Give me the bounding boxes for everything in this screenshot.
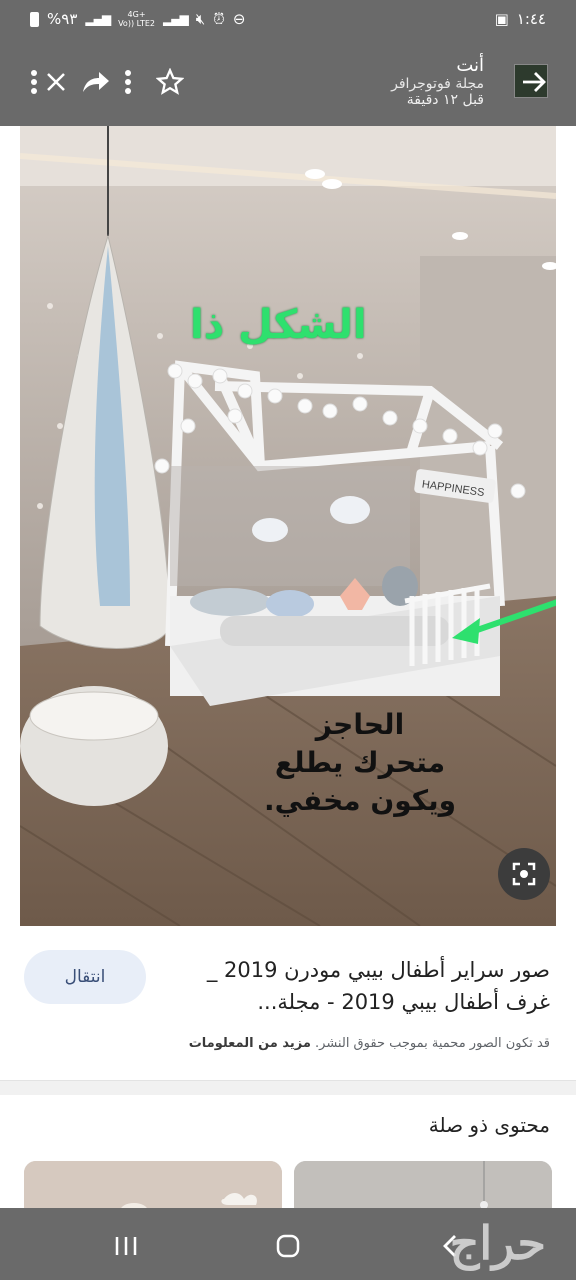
annotation-black: الحاجز متحرك يطلع ويكون مخفي. <box>263 708 456 817</box>
battery-level: %٩٣ <box>47 10 78 28</box>
source-title: أنت <box>456 55 484 76</box>
visit-button[interactable]: انتقال <box>24 950 146 1004</box>
source-time: قبل ١٢ دقيقة <box>406 92 484 108</box>
image-info: انتقال صور سراير أطفال بيبي مودرن 2019 _… <box>0 926 576 1081</box>
alarm-icon: ⏰︎ <box>213 10 225 28</box>
home-icon[interactable] <box>268 1226 308 1266</box>
viewer-toolbar: أنت مجلة فوتوجرافر قبل ١٢ دقيقة <box>0 40 576 126</box>
more-options-icon[interactable] <box>108 62 148 102</box>
screen: { "status_bar": { "battery": "%٩٣", "net… <box>0 0 576 1280</box>
annotation-green: الشكل ذا <box>190 302 367 348</box>
haraj-watermark: حراج <box>449 1216 546 1270</box>
main-image[interactable]: HAPPINESS الشكل ذا الحاجز متحرك يطلع ويك… <box>20 126 556 926</box>
star-icon[interactable] <box>150 62 190 102</box>
status-right: ▣ ١:٤٤ <box>495 10 546 28</box>
lens-button[interactable] <box>498 848 550 900</box>
section-divider <box>0 1081 576 1095</box>
lens-icon <box>512 862 536 886</box>
network-type: 4G+ Vo)) LTE2 <box>118 10 155 28</box>
source-info[interactable]: أنت مجلة فوتوجرافر قبل ١٢ دقيقة <box>391 55 484 109</box>
system-nav-bar: حراج <box>0 1208 576 1280</box>
back-arrow-icon[interactable] <box>514 62 554 102</box>
signal-icon: ▂▄▆ <box>85 12 111 26</box>
recents-icon[interactable] <box>106 1226 146 1266</box>
signal2-icon: ▂▄▆ <box>163 12 189 26</box>
status-bar: %٩٣ ▂▄▆ 4G+ Vo)) LTE2 ▂▄▆ 🔇︎ ⏰︎ ⊖ ▣ ١:٤٤ <box>0 0 576 40</box>
clock: ١:٤٤ <box>516 10 546 28</box>
source-name: مجلة فوتوجرافر <box>391 76 484 92</box>
close-icon[interactable] <box>36 62 76 102</box>
status-left: %٩٣ ▂▄▆ 4G+ Vo)) LTE2 ▂▄▆ 🔇︎ ⏰︎ ⊖ <box>30 10 245 28</box>
page-title[interactable]: صور سراير أطفال بيبي مودرن 2019 _ غرف أط… <box>190 954 550 1018</box>
gallery-icon: ▣ <box>494 10 509 28</box>
related-section: محتوى ذو صلة <box>0 1095 576 1231</box>
battery-icon <box>30 11 39 27</box>
dnd-icon: ⊖ <box>232 10 246 28</box>
related-title: محتوى ذو صلة <box>428 1113 550 1137</box>
copyright-notice: قد تكون الصور محمية بموجب حقوق النشر. مز… <box>188 1036 550 1051</box>
mute-icon: 🔇︎ <box>195 10 206 28</box>
more-info-link[interactable]: مزيد من المعلومات <box>189 1036 311 1051</box>
